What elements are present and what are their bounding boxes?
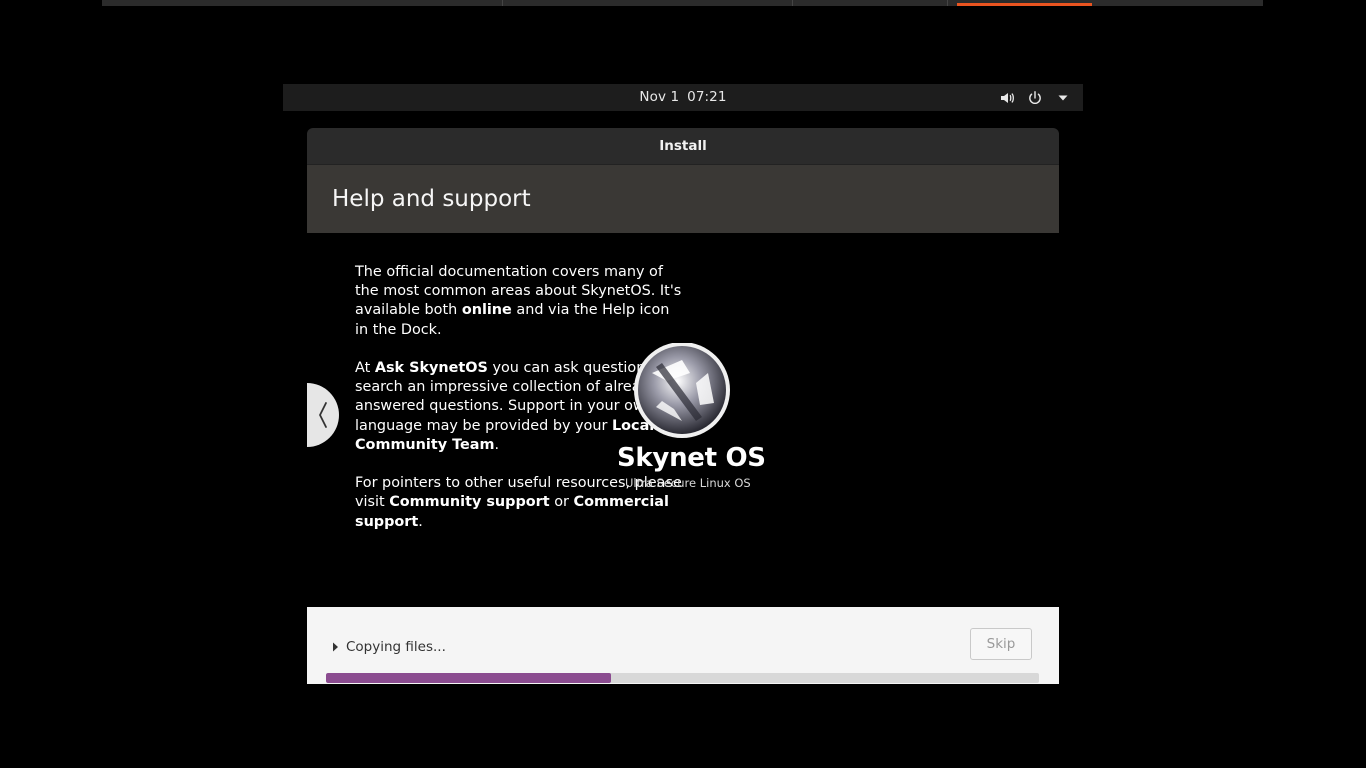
online-link: online <box>461 302 512 319</box>
host-separator <box>947 0 948 6</box>
top-panel: Nov 1 07:21 <box>283 84 1083 111</box>
power-icon[interactable] <box>1026 89 1043 106</box>
ask-link: Ask SkynetOS <box>374 360 488 376</box>
logo-name: Skynet OS <box>617 443 766 473</box>
page-title: Help and support <box>307 165 1059 233</box>
chevron-left-icon <box>319 402 327 428</box>
installer-window: Install Help and support The official do… <box>307 128 1059 684</box>
system-tray[interactable] <box>998 84 1071 111</box>
slideshow: The official documentation covers many o… <box>307 233 1059 607</box>
clock-time: 07:21 <box>687 89 727 105</box>
skip-button[interactable]: Skip <box>970 628 1032 660</box>
host-toolbar-strip <box>102 0 1263 6</box>
host-separator <box>502 0 503 6</box>
expander-arrow-icon <box>333 642 338 652</box>
menu-triangle-icon[interactable] <box>1054 89 1071 106</box>
host-separator <box>792 0 793 6</box>
clock[interactable]: Nov 1 07:21 <box>283 84 1083 111</box>
speaker-icon[interactable] <box>998 89 1015 106</box>
progress-details-toggle[interactable]: Copying files... <box>332 639 446 655</box>
community-support-link: Community support <box>389 494 550 511</box>
host-active-tab-indicator <box>957 3 1092 6</box>
slide-paragraph: The official documentation covers many o… <box>355 264 682 338</box>
previous-slide-button[interactable] <box>307 383 339 447</box>
window-title: Install <box>307 128 1059 165</box>
install-footer: Copying files... Skip <box>307 607 1059 684</box>
progress-bar <box>326 673 1039 683</box>
clock-date: Nov 1 <box>639 89 680 105</box>
logo-tagline: Ultra Secure Linux OS <box>625 476 751 490</box>
progress-bar-fill <box>326 673 612 683</box>
progress-status: Copying files... <box>346 639 446 655</box>
